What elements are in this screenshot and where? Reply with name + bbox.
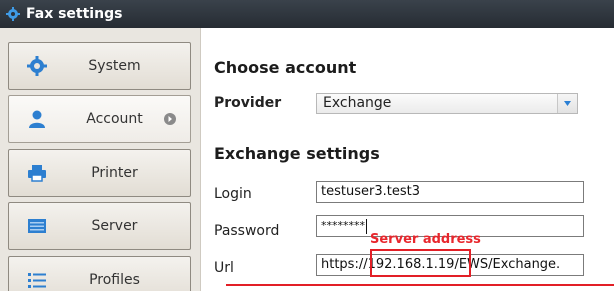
chevron-right-icon [164,113,176,125]
annotation-underline [226,284,614,286]
gear-icon [27,56,47,76]
window-titlebar: Fax settings [0,0,614,28]
choose-account-heading: Choose account [214,58,357,77]
sidebar-item-profiles[interactable]: Profiles [8,256,191,291]
login-label: Login [214,186,252,202]
gear-icon [6,7,20,21]
exchange-settings-heading: Exchange settings [214,144,380,163]
sidebar-item-account[interactable]: Account [8,95,191,143]
window-title: Fax settings [26,6,123,22]
provider-select[interactable]: Exchange [316,93,578,114]
text-caret [366,218,367,234]
sidebar-item-label: System [88,58,141,74]
settings-panel: Choose account Provider Exchange Exchang… [202,28,614,291]
sidebar-item-printer[interactable]: Printer [8,149,191,197]
login-field[interactable]: testuser3.test3 [316,181,584,203]
sidebar-item-system[interactable]: System [8,42,191,90]
list-icon [27,270,47,290]
chevron-down-icon[interactable] [557,94,577,113]
sidebar-item-label: Account [86,111,143,127]
url-label: Url [214,260,234,276]
server-address-highlight [370,249,471,277]
provider-select-value: Exchange [323,95,392,111]
sidebar: System Account Printer Server Profiles [0,28,201,291]
sidebar-item-label: Printer [91,165,138,181]
server-icon [27,216,47,236]
sidebar-item-label: Profiles [89,272,140,288]
sidebar-item-server[interactable]: Server [8,202,191,250]
password-value: ******** [321,219,365,232]
user-icon [27,109,47,129]
provider-label: Provider [214,95,282,111]
url-prefix: https:// [321,257,368,272]
server-address-annotation: Server address [370,232,481,247]
login-value: testuser3.test3 [321,184,420,199]
sidebar-item-label: Server [91,218,138,234]
printer-icon [27,163,47,183]
password-label: Password [214,223,280,239]
